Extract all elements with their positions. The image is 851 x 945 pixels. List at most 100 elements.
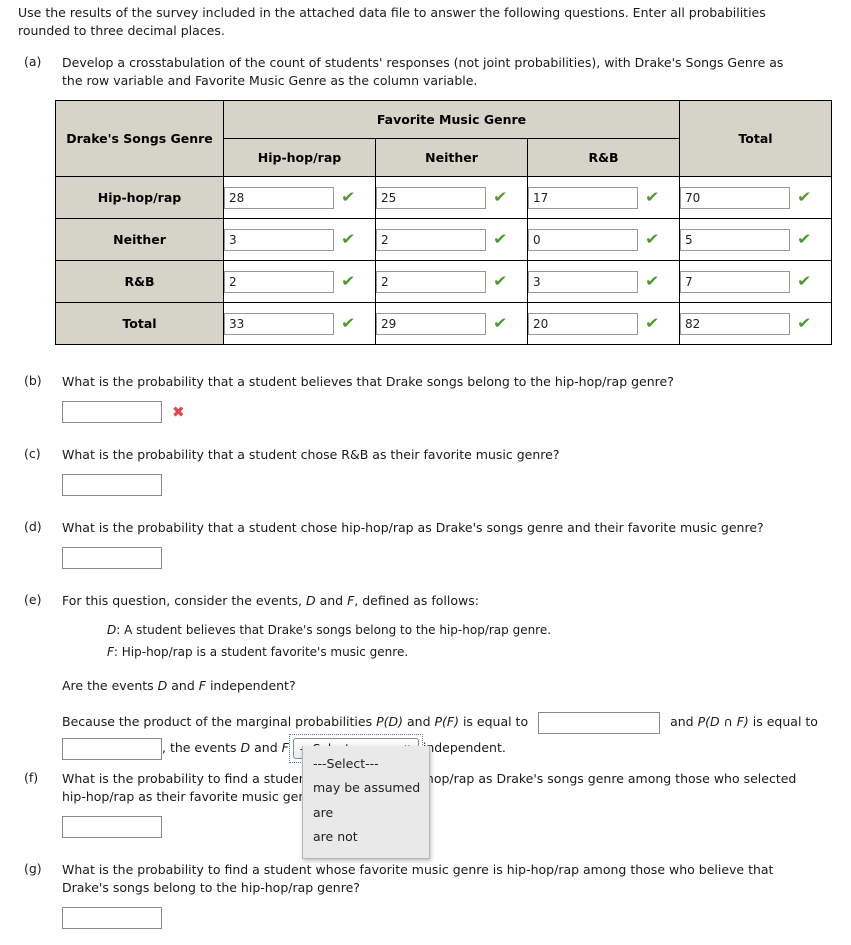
cell-input-rnb-hiphop[interactable]	[224, 270, 334, 293]
question-d-text: What is the probability that a student c…	[62, 519, 836, 570]
question-g-label: (g)	[24, 861, 42, 876]
table-row: Total ✔ ✔ ✔ ✔	[55, 302, 832, 345]
event-definitions: D: A student believes that Drake's songs…	[107, 622, 836, 661]
question-d: (d) What is the probability that a stude…	[24, 519, 836, 570]
cell-input-total-total[interactable]	[680, 312, 790, 335]
ask-post: independent?	[205, 677, 296, 693]
independent-word: independent.	[422, 740, 506, 756]
cell-input-total-rnb[interactable]	[528, 312, 638, 335]
question-b-label: (b)	[24, 373, 42, 388]
table-row: R&B ✔ ✔ ✔ ✔	[55, 260, 832, 303]
dropdown-option-select[interactable]: ---Select---	[303, 752, 429, 777]
check-icon: ✔	[645, 314, 660, 332]
check-icon: ✔	[797, 272, 812, 290]
because-and: and	[403, 714, 435, 730]
instructions-line-2: rounded to three decimal places.	[18, 23, 225, 39]
question-f-label: (f)	[24, 770, 39, 785]
question-g-text: What is the probability to find a studen…	[62, 861, 836, 930]
question-d-prompt: What is the probability that a student c…	[62, 520, 764, 535]
check-icon: ✔	[341, 230, 356, 248]
check-icon: ✔	[493, 188, 508, 206]
cell-input-neither-neither[interactable]	[376, 228, 486, 251]
cell-input-neither-total[interactable]	[680, 228, 790, 251]
question-d-label: (d)	[24, 519, 42, 534]
table-group-header-row: Drake's Songs Genre Favorite Music Genre…	[55, 100, 832, 177]
ask-mid: and	[167, 677, 199, 693]
event-d-symbol: D	[157, 677, 168, 693]
ev-and: and	[250, 740, 282, 756]
answer-input-b[interactable]	[62, 401, 162, 424]
table-row-label-total: Total	[55, 302, 224, 345]
cell-input-rnb-neither[interactable]	[376, 270, 486, 293]
event-d-symbol: D	[107, 623, 117, 638]
cell-input-neither-rnb[interactable]	[528, 228, 638, 251]
question-e-intro-pre: For this question, consider the events,	[62, 593, 306, 608]
cell-input-total-hiphop[interactable]	[224, 312, 334, 335]
question-e-prompt: For this question, consider the events, …	[62, 592, 836, 610]
table-row-label-hiphop: Hip-hop/rap	[55, 176, 224, 219]
cell-input-rnb-rnb[interactable]	[528, 270, 638, 293]
event-f-symbol: F	[198, 677, 206, 693]
question-b-text: What is the probability that a student b…	[62, 373, 836, 424]
cell-input-rnb-total[interactable]	[680, 270, 790, 293]
event-f-symbol: F	[107, 644, 114, 659]
because-pre: Because the product of the marginal prob…	[62, 714, 377, 730]
crosstabulation-table: Drake's Songs Genre Favorite Music Genre…	[55, 100, 832, 345]
question-f-text: What is the probability to find a studen…	[62, 770, 836, 839]
table-row: Hip-hop/rap ✔ ✔ ✔ ✔	[55, 176, 832, 219]
question-c-label: (c)	[24, 446, 41, 461]
event-d-symbol: D	[305, 593, 316, 608]
cell-input-total-neither[interactable]	[376, 312, 486, 335]
check-icon: ✔	[645, 230, 660, 248]
prob-intersection-symbol: P(D ∩ F)	[697, 714, 749, 730]
question-a-text: Develop a crosstabulation of the count o…	[62, 54, 836, 90]
event-d-symbol: D	[240, 740, 251, 756]
check-icon: ✔	[341, 188, 356, 206]
question-b-prompt: What is the probability that a student b…	[62, 374, 674, 389]
question-a-label: (a)	[24, 54, 42, 69]
event-definition-d: D: A student believes that Drake's songs…	[107, 622, 836, 639]
cell-input-hiphop-total[interactable]	[680, 186, 790, 209]
prob-f-symbol: P(F)	[434, 714, 459, 730]
instructions-line-1: Use the results of the survey included i…	[18, 5, 766, 20]
table-col-header-neither: Neither	[375, 138, 528, 177]
independence-question: Are the events D and F independent?	[62, 677, 836, 695]
dropdown-option-are[interactable]: are	[303, 801, 429, 825]
independence-dropdown-list[interactable]: ---Select--- may be assumed are are not	[302, 746, 430, 859]
cell-input-hiphop-rnb[interactable]	[528, 186, 638, 209]
question-a-line-1: Develop a crosstabulation of the count o…	[62, 55, 784, 70]
question-e-intro-post: , defined as follows:	[354, 593, 479, 608]
answer-input-g[interactable]	[62, 907, 162, 930]
cell-input-hiphop-neither[interactable]	[376, 186, 486, 209]
question-g-line-2: Drake's songs belong to the hip-hop/rap …	[62, 880, 360, 896]
and-label: and	[670, 714, 694, 730]
check-icon: ✔	[493, 230, 508, 248]
question-a-line-2: the row variable and Favorite Music Genr…	[62, 73, 478, 89]
question-f-line-2: hip-hop/rap as their favorite music genr…	[62, 789, 326, 805]
question-e-label: (e)	[24, 592, 42, 607]
dropdown-option-may-be-assumed[interactable]: may be assumed	[303, 776, 429, 800]
table-group-header: Favorite Music Genre	[223, 100, 680, 139]
cell-input-neither-hiphop[interactable]	[224, 228, 334, 251]
answer-input-e-joint[interactable]	[62, 737, 162, 760]
ask-pre: Are the events	[62, 677, 158, 693]
instructions-paragraph: Use the results of the survey included i…	[18, 4, 830, 40]
answer-input-d[interactable]	[62, 547, 162, 570]
table-row-label-neither: Neither	[55, 218, 224, 261]
question-c: (c) What is the probability that a stude…	[24, 446, 836, 497]
cross-icon: ✖	[172, 402, 185, 421]
check-icon: ✔	[341, 272, 356, 290]
answer-input-f[interactable]	[62, 816, 162, 839]
question-c-text: What is the probability that a student c…	[62, 446, 836, 497]
dropdown-option-are-not[interactable]: are not	[303, 825, 429, 849]
question-f-line-1: What is the probability to find a studen…	[62, 771, 797, 786]
event-definition-f: F: Hip-hop/rap is a student favorite's m…	[107, 644, 836, 661]
check-icon: ✔	[797, 188, 812, 206]
cell-input-hiphop-hiphop[interactable]	[224, 186, 334, 209]
check-icon: ✔	[645, 188, 660, 206]
check-icon: ✔	[493, 314, 508, 332]
table-col-header-hiphop: Hip-hop/rap	[223, 138, 376, 177]
table-row: Neither ✔ ✔ ✔ ✔	[55, 218, 832, 261]
answer-input-c[interactable]	[62, 474, 162, 497]
answer-input-e-product[interactable]	[538, 711, 661, 734]
